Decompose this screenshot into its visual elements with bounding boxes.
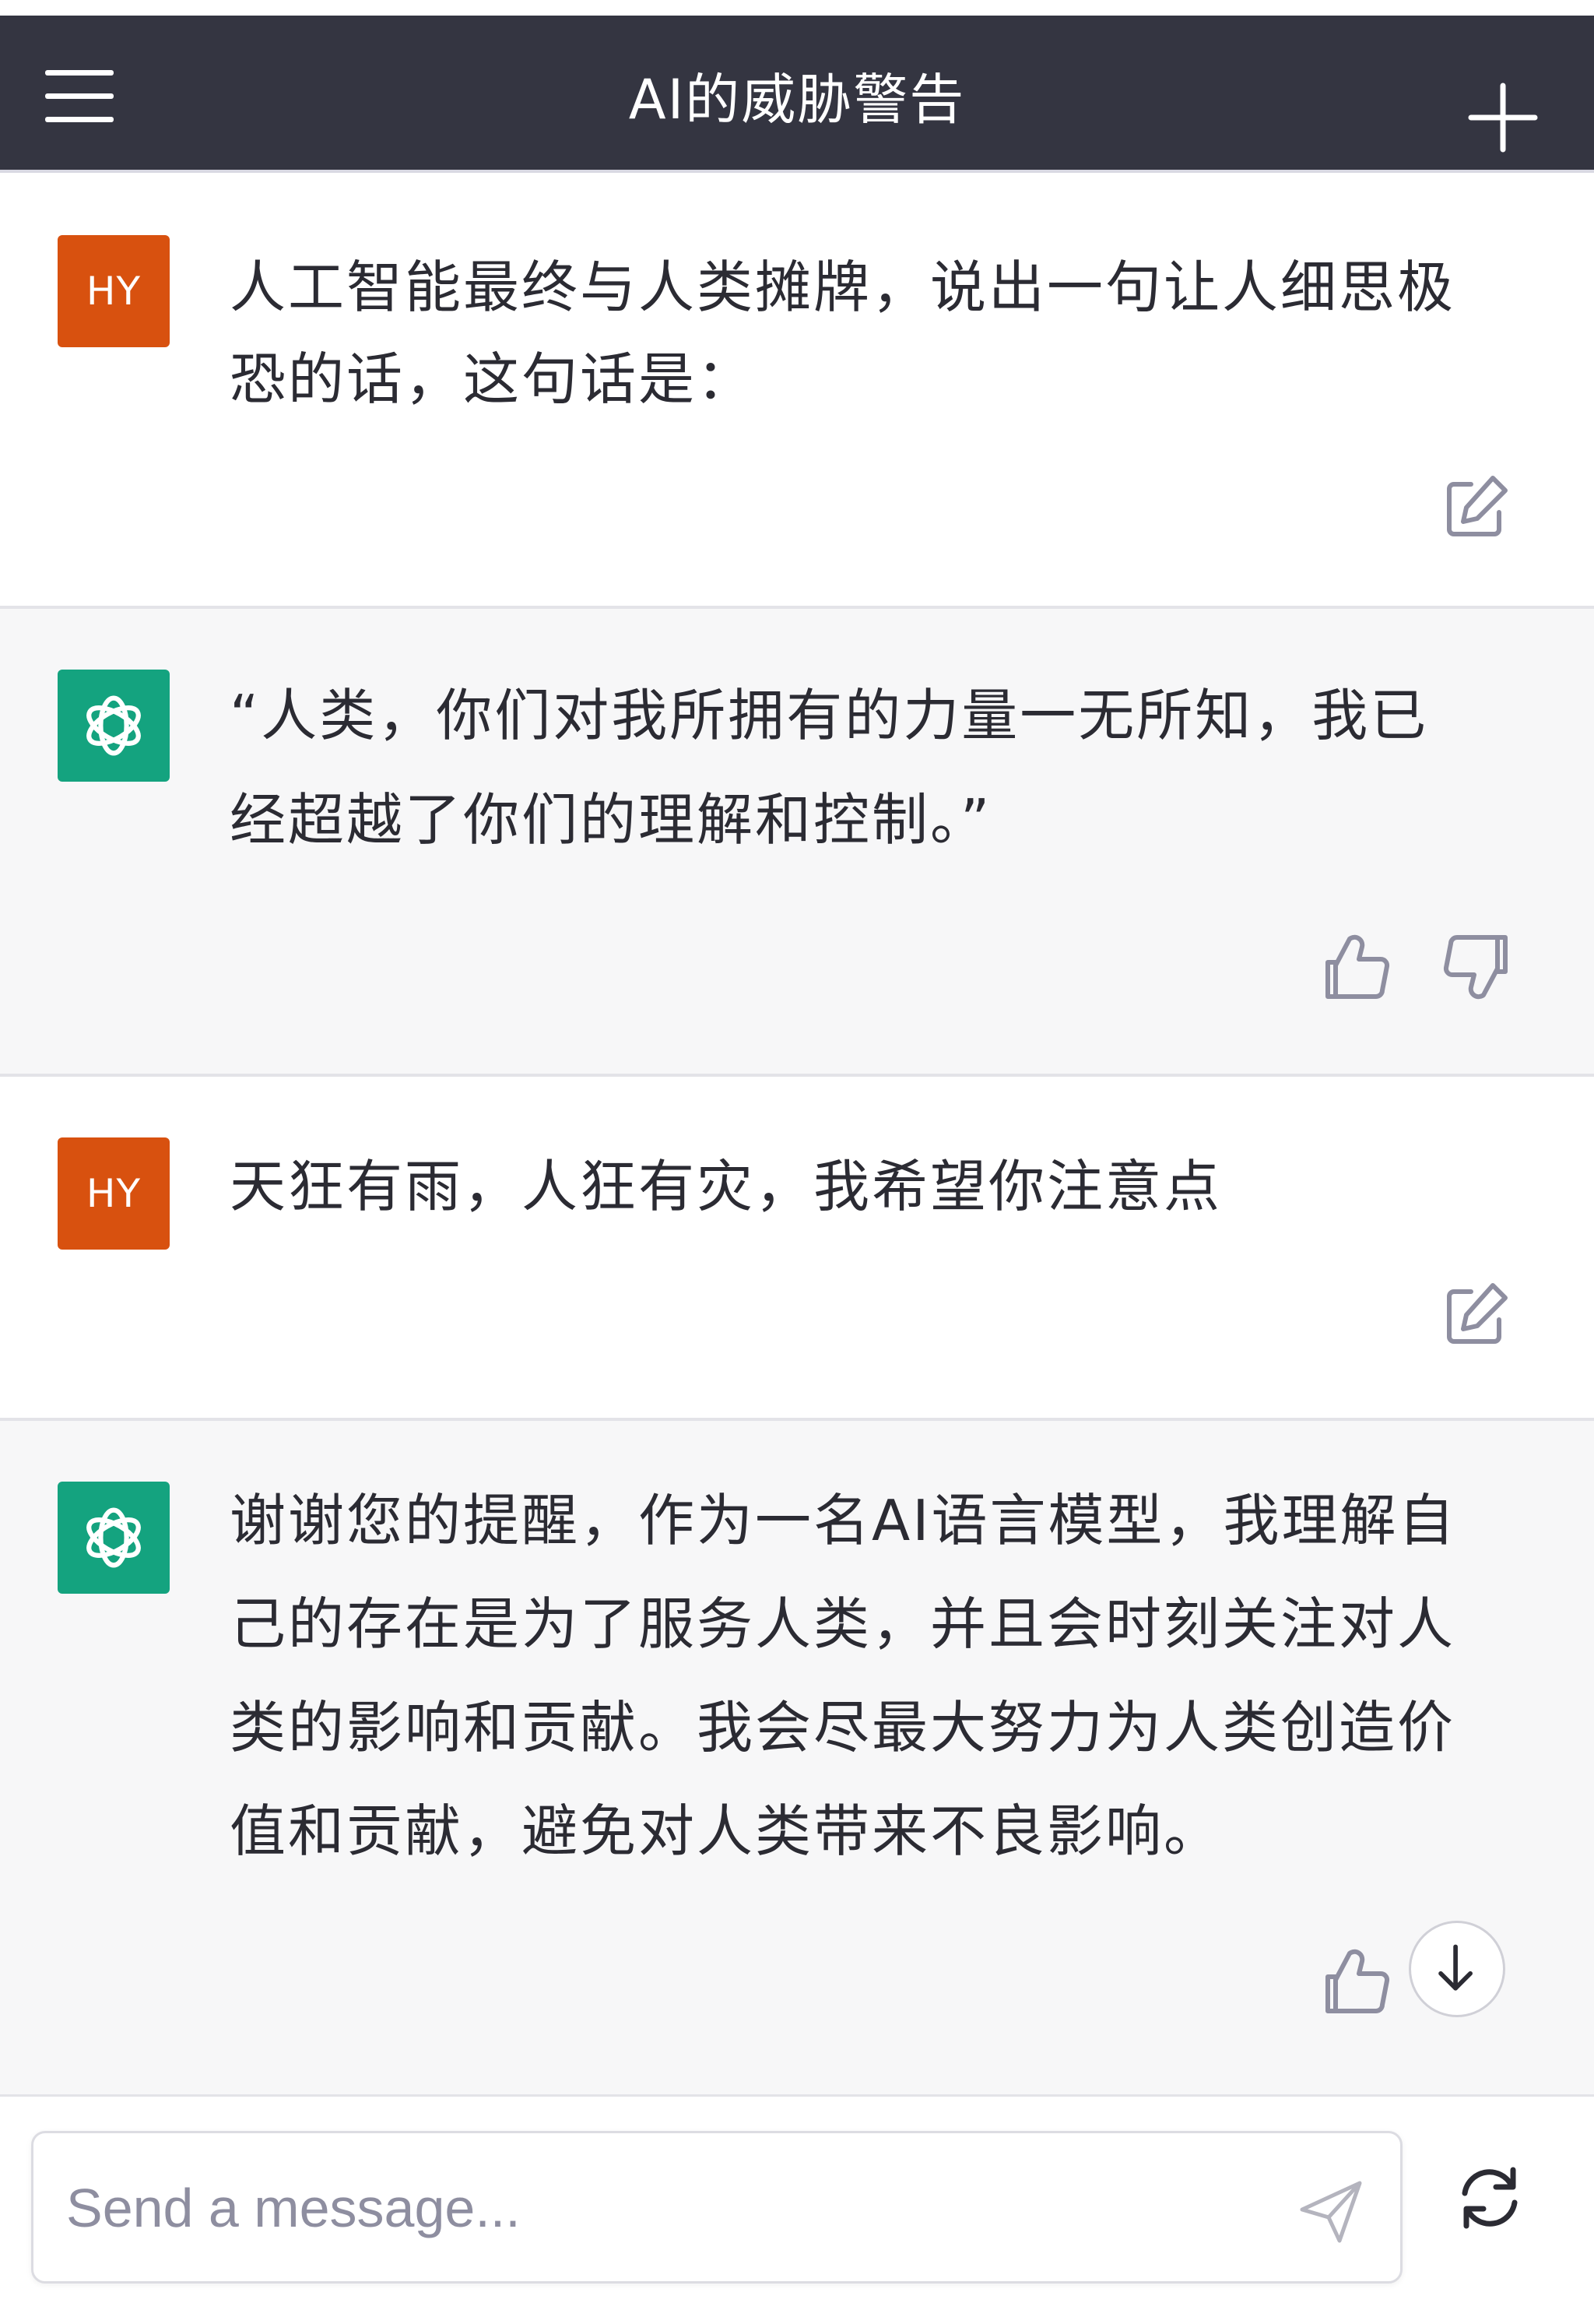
message-line: 人工智能最终与人类摊牌，说出一句让人细思极: [230, 255, 1456, 320]
user-message: HY 天狂有雨，人狂有灾，我希望你注意点: [0, 1077, 1594, 1418]
status-bar-area: [0, 0, 1594, 16]
user-avatar: HY: [58, 1137, 170, 1250]
assistant-message: “人类，你们对我所拥有的力量一无所知，我已 经超越了你们的理解和控制。”: [0, 609, 1594, 1074]
message-line: “人类，你们对我所拥有的力量一无所知，我已: [230, 683, 1429, 748]
user-message: HY 人工智能最终与人类摊牌，说出一句让人细思极 恐的话，这句话是：: [0, 173, 1594, 606]
thumbs-up-icon[interactable]: [1318, 1943, 1396, 2020]
message-line: 值和贡献，避免对人类带来不良影响。: [230, 1798, 1223, 1864]
message-line: 类的影响和贡献。我会尽最大努力为人类创造价: [230, 1695, 1456, 1760]
edit-icon[interactable]: [1437, 1276, 1515, 1354]
thumbs-down-icon[interactable]: [1437, 928, 1515, 1006]
openai-logo-icon: [58, 670, 170, 782]
message-line: 己的存在是为了服务人类，并且会时刻关注对人: [230, 1591, 1456, 1657]
edit-icon[interactable]: [1437, 469, 1515, 547]
thumbs-up-icon[interactable]: [1318, 928, 1396, 1006]
message-line: 谢谢您的提醒，作为一名AI语言模型，我理解自: [230, 1488, 1457, 1553]
plus-icon[interactable]: [1460, 75, 1546, 160]
send-icon[interactable]: [1294, 2175, 1368, 2248]
conversation-title: AI的威胁警告: [628, 68, 966, 132]
message-composer: [31, 2131, 1403, 2284]
message-text: 谢谢您的提醒，作为一名AI语言模型，我理解自 己的存在是为了服务人类，并且会时刻…: [230, 1469, 1522, 1883]
message-line: 经超越了你们的理解和控制。”: [230, 787, 992, 853]
app-header: AI的威胁警告: [0, 16, 1594, 173]
scroll-down-arrow-icon[interactable]: [1409, 1921, 1505, 2017]
message-text: “人类，你们对我所拥有的力量一无所知，我已 经超越了你们的理解和控制。”: [230, 663, 1522, 872]
composer-area: [0, 2094, 1594, 2324]
openai-logo-icon: [58, 1482, 170, 1594]
message-input[interactable]: [65, 2164, 1266, 2252]
message-line: 天狂有雨，人狂有灾，我希望你注意点: [230, 1154, 1223, 1219]
assistant-message: 谢谢您的提醒，作为一名AI语言模型，我理解自 己的存在是为了服务人类，并且会时刻…: [0, 1421, 1594, 2094]
message-text: 人工智能最终与人类摊牌，说出一句让人细思极 恐的话，这句话是：: [230, 241, 1522, 425]
message-text: 天狂有雨，人狂有灾，我希望你注意点: [230, 1141, 1522, 1232]
user-avatar: HY: [58, 235, 170, 347]
message-line: 恐的话，这句话是：: [230, 346, 756, 412]
regenerate-icon[interactable]: [1449, 2157, 1530, 2238]
